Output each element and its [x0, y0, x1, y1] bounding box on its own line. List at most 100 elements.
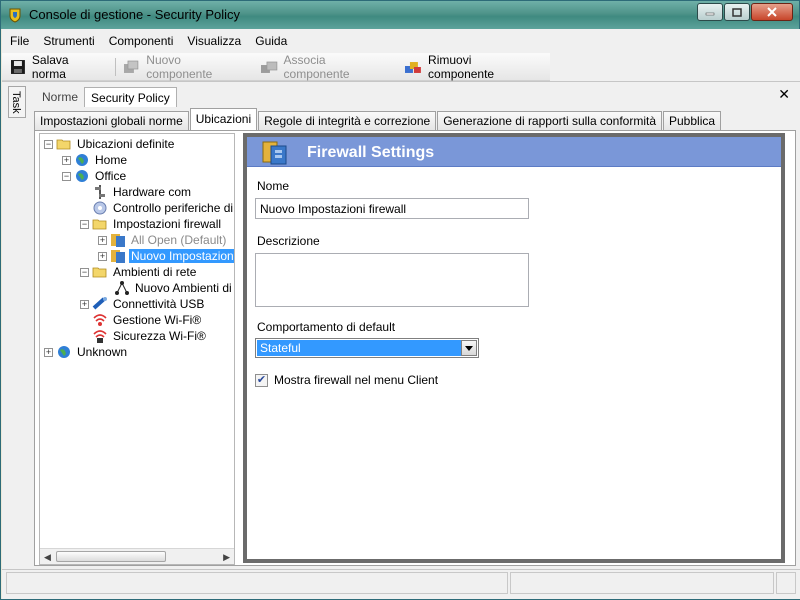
disc-icon	[93, 201, 107, 215]
tree-label: Sicurezza Wi-Fi®	[113, 329, 206, 343]
firewall-icon	[111, 250, 125, 263]
tab-compliance-reports[interactable]: Generazione di rapporti sulla conformità	[437, 111, 662, 131]
detail-panel: Firewall Settings Nome Descrizione Compo…	[243, 133, 785, 563]
default-behavior-label: Comportamento di default	[257, 320, 396, 334]
firewall-header-icon	[262, 141, 287, 165]
save-policy-button[interactable]: Salava norma	[10, 53, 105, 81]
tree-label: Impostazioni firewall	[113, 217, 222, 231]
detail-header: Firewall Settings	[247, 137, 781, 167]
title-bar[interactable]: Console di gestione - Security Policy	[1, 1, 799, 29]
dropdown-button[interactable]	[461, 340, 477, 356]
close-document-icon[interactable]: ✕	[778, 86, 790, 103]
checkbox-checked-icon[interactable]: ✔	[255, 373, 268, 387]
show-firewall-checkbox[interactable]: ✔ Mostra firewall nel menu Client	[255, 373, 438, 387]
globe-icon	[76, 154, 88, 166]
associate-component-icon	[260, 61, 277, 73]
tree-item-all-open[interactable]: + All Open (Default)	[98, 232, 228, 248]
expand-icon[interactable]: +	[80, 299, 89, 309]
doc-tab-security-policy[interactable]: Security Policy	[84, 87, 177, 107]
tree-label: Hardware com	[113, 185, 192, 199]
minimize-button[interactable]	[697, 3, 723, 21]
work-area: Task Norme Security Policy ✕ Impostazion…	[2, 81, 800, 569]
menu-bar: File Strumenti Componenti Visualizza Gui…	[2, 29, 800, 53]
document-tabs: Norme Security Policy	[36, 87, 177, 107]
tree-label: Home	[95, 153, 128, 167]
toolbar: Salava norma Nuovo componente Associa co…	[2, 53, 550, 81]
close-button[interactable]	[751, 3, 793, 21]
default-behavior-value: Stateful	[257, 340, 461, 356]
save-policy-label: Salava norma	[31, 52, 69, 81]
folder-open-icon	[92, 267, 107, 278]
tree-label: Connettività USB	[113, 297, 205, 311]
tree-item-device-control[interactable]: Controllo periferiche di	[92, 200, 234, 216]
tree-item-new-settings[interactable]: + Nuovo Impostazioni	[98, 248, 234, 264]
status-cell-main	[6, 572, 508, 594]
wifi-icon	[93, 314, 107, 326]
tree-item-new-network[interactable]: Nuovo Ambienti di r	[114, 280, 234, 296]
tab-global-settings[interactable]: Impostazioni globali norme	[34, 111, 189, 131]
remove-component-button[interactable]: Rimuovi componente	[404, 53, 540, 81]
collapse-icon[interactable]: −	[62, 171, 71, 181]
tree-item-home[interactable]: + Home	[62, 152, 129, 168]
scroll-right-icon[interactable]: ▶	[223, 552, 230, 563]
scroll-left-icon[interactable]: ◀	[44, 552, 51, 563]
menu-view[interactable]: Visualizza	[187, 34, 241, 48]
collapse-icon[interactable]: −	[80, 267, 89, 277]
minimize-icon	[705, 12, 715, 16]
locations-tree[interactable]: − Ubicazioni definite + Home − Office Ha…	[39, 133, 235, 565]
maximize-icon	[732, 7, 742, 17]
maximize-button[interactable]	[724, 3, 750, 21]
tree-label: Ambienti di rete	[113, 265, 197, 279]
main-window: Console di gestione - Security Policy Fi…	[0, 0, 800, 600]
default-behavior-select[interactable]: Stateful	[255, 338, 479, 358]
toolbar-separator	[115, 57, 117, 76]
network-icon	[115, 281, 129, 295]
expand-icon[interactable]: +	[44, 347, 53, 357]
status-cell-secondary	[510, 572, 774, 594]
tab-integrity-rules[interactable]: Regole di integrità e correzione	[258, 111, 437, 131]
new-component-label: Nuovo componente	[146, 52, 213, 81]
expand-icon[interactable]: +	[98, 235, 107, 245]
menu-help[interactable]: Guida	[255, 34, 287, 48]
tree-horizontal-scrollbar[interactable]: ◀ ▶	[40, 548, 234, 564]
tree-item-wifi-security[interactable]: Sicurezza Wi-Fi®	[92, 328, 208, 344]
tree-item-hardware[interactable]: Hardware com	[92, 184, 193, 200]
policy-tabs: Impostazioni globali norme Ubicazioni Re…	[34, 108, 722, 131]
tree-item-unknown[interactable]: + Unknown	[44, 344, 129, 360]
menu-file[interactable]: File	[10, 34, 29, 48]
tree-item-defined-locations[interactable]: − Ubicazioni definite	[44, 136, 176, 152]
folder-open-icon	[92, 219, 107, 230]
associate-component-button[interactable]: Associa componente	[260, 53, 395, 81]
tree-label: Ubicazioni definite	[77, 137, 175, 151]
expand-icon[interactable]: +	[62, 155, 71, 165]
menu-components[interactable]: Componenti	[109, 34, 174, 48]
tree-item-firewall-settings[interactable]: − Impostazioni firewall	[80, 216, 223, 232]
tab-publish[interactable]: Pubblica	[663, 111, 722, 131]
detail-title: Firewall Settings	[307, 144, 435, 161]
tab-locations[interactable]: Ubicazioni	[189, 108, 258, 131]
tree-item-wifi-management[interactable]: Gestione Wi-Fi®	[92, 312, 203, 328]
globe-icon	[58, 346, 70, 358]
tree-item-network-environments[interactable]: − Ambienti di rete	[80, 264, 198, 280]
new-component-button[interactable]: Nuovo componente	[122, 53, 249, 81]
chevron-down-icon	[465, 345, 473, 351]
menu-tools[interactable]: Strumenti	[43, 34, 94, 48]
tree-item-usb[interactable]: + Connettività USB	[80, 296, 206, 312]
description-textarea[interactable]	[255, 253, 529, 307]
collapse-icon[interactable]: −	[80, 219, 89, 229]
resize-grip[interactable]	[776, 572, 796, 594]
description-label: Descrizione	[257, 234, 320, 248]
policy-panel: Norme Security Policy ✕ Impostazioni glo…	[32, 84, 798, 568]
expand-icon[interactable]: +	[98, 251, 107, 261]
collapse-icon[interactable]: −	[44, 139, 53, 149]
task-label: Task	[10, 91, 22, 114]
wifi-lock-icon	[93, 330, 107, 343]
tree-item-office[interactable]: − Office	[62, 168, 128, 184]
name-input[interactable]	[255, 198, 529, 219]
toolbar-filler	[550, 53, 800, 81]
task-pane-toggle[interactable]: Task	[8, 86, 26, 118]
close-icon	[767, 7, 777, 17]
doc-tab-policies[interactable]: Norme	[36, 87, 84, 107]
hardware-icon	[95, 185, 105, 199]
scroll-thumb[interactable]	[56, 551, 166, 562]
